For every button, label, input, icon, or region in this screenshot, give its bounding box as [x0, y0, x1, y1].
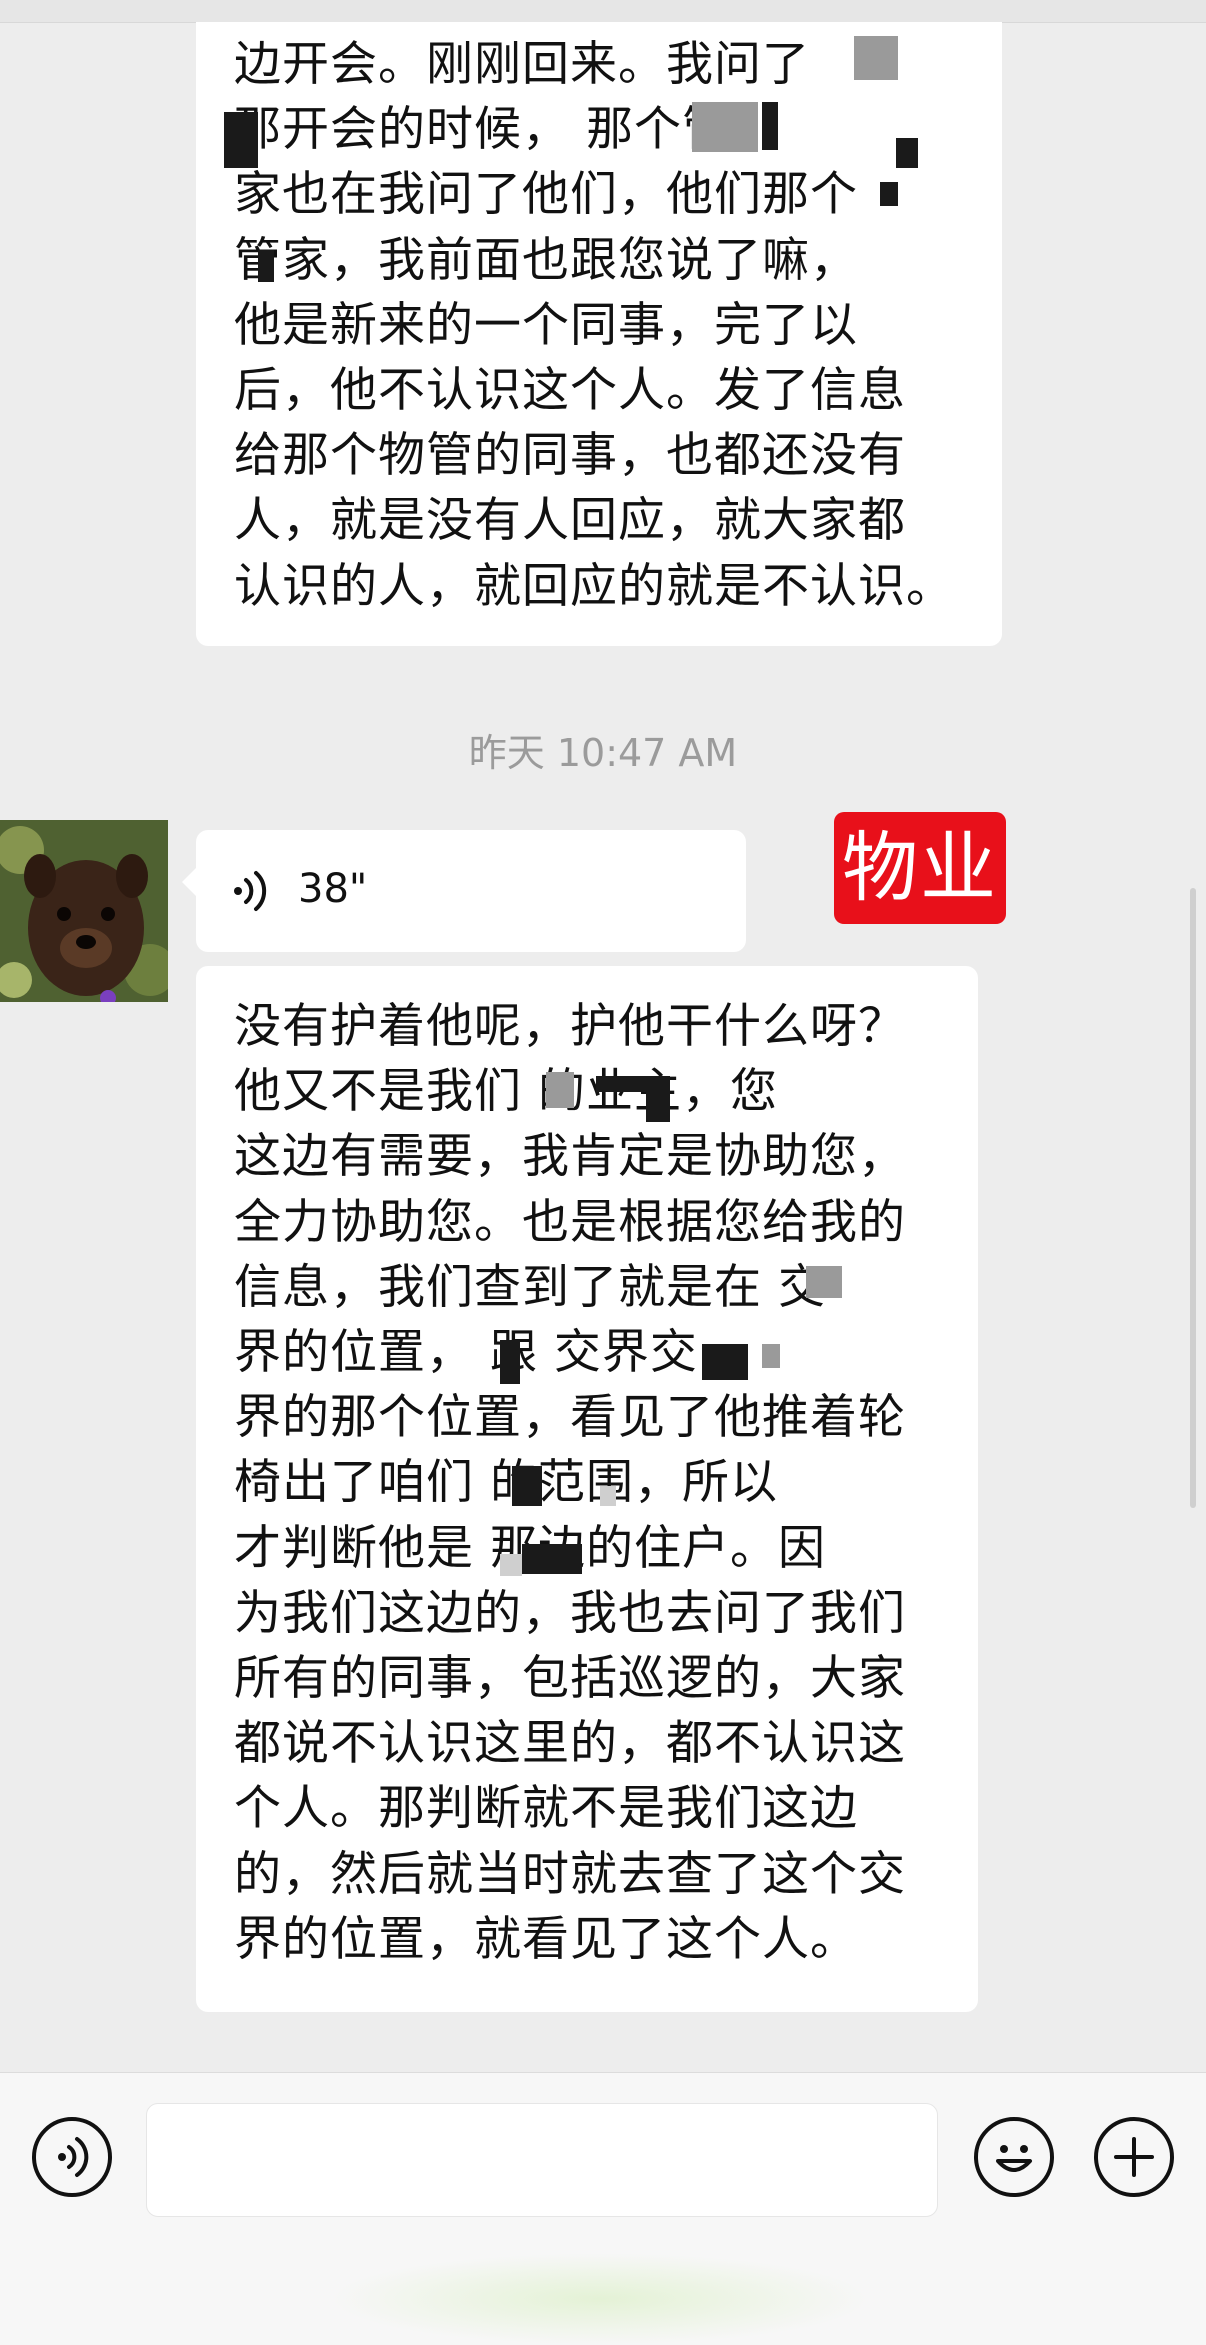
- voice-wave-icon: [234, 871, 267, 911]
- redaction: [854, 36, 898, 80]
- redaction: [500, 1554, 522, 1576]
- home-indicator-area: [330, 2253, 870, 2345]
- redaction: [258, 250, 274, 282]
- redaction: [762, 102, 778, 150]
- redaction: [500, 1340, 520, 1384]
- redaction: [896, 138, 918, 168]
- voice-message-bubble[interactable]: 38": [182, 830, 746, 952]
- voice-mode-button[interactable]: [32, 2117, 112, 2197]
- redaction: [646, 1076, 670, 1122]
- chat-history[interactable]: 边开会。刚刚回来。我问了 那开会的时候， 那个管 家也在我问了他们，他们那个 管…: [0, 0, 1206, 2072]
- emoji-button[interactable]: [974, 2117, 1054, 2197]
- redaction: [512, 1466, 542, 1506]
- redaction: [762, 1344, 780, 1368]
- dog-photo: [0, 820, 168, 1002]
- sender-tag: 物业: [834, 812, 1006, 924]
- input-bar: [0, 2072, 1206, 2345]
- message-text-2: 没有护着他呢，护他干什么呀？ 他又不是我们 的业主，您 这边有需要，我肯定是协助…: [234, 999, 906, 1967]
- bubble-tail: [182, 868, 196, 896]
- avatar[interactable]: [0, 820, 168, 1002]
- message-text-1: 边开会。刚刚回来。我问了 那开会的时候， 那个管 家也在我问了他们，他们那个 管…: [234, 37, 954, 614]
- timestamp: 昨天 10:47 AM: [468, 731, 738, 775]
- redaction: [702, 1344, 748, 1380]
- scrollbar[interactable]: [1190, 888, 1196, 1508]
- redaction: [806, 1266, 842, 1298]
- redaction: [600, 1486, 616, 1506]
- redaction: [880, 182, 898, 206]
- message-bubble-1[interactable]: 边开会。刚刚回来。我问了 那开会的时候， 那个管 家也在我问了他们，他们那个 管…: [196, 22, 1002, 646]
- more-button[interactable]: [1094, 2117, 1174, 2197]
- plus-icon: [1114, 2137, 1154, 2177]
- voice-duration: 38": [298, 866, 368, 912]
- redaction: [522, 1544, 582, 1574]
- redaction: [692, 102, 758, 152]
- redaction: [546, 1072, 574, 1108]
- emoji-icon: [996, 2145, 1032, 2172]
- message-bubble-2[interactable]: 没有护着他呢，护他干什么呀？ 他又不是我们 的业主，您 这边有需要，我肯定是协助…: [196, 966, 978, 2012]
- top-divider: [0, 0, 1206, 23]
- voice-mode-icon: [58, 2137, 89, 2177]
- message-input[interactable]: [146, 2103, 938, 2217]
- redaction: [224, 112, 258, 168]
